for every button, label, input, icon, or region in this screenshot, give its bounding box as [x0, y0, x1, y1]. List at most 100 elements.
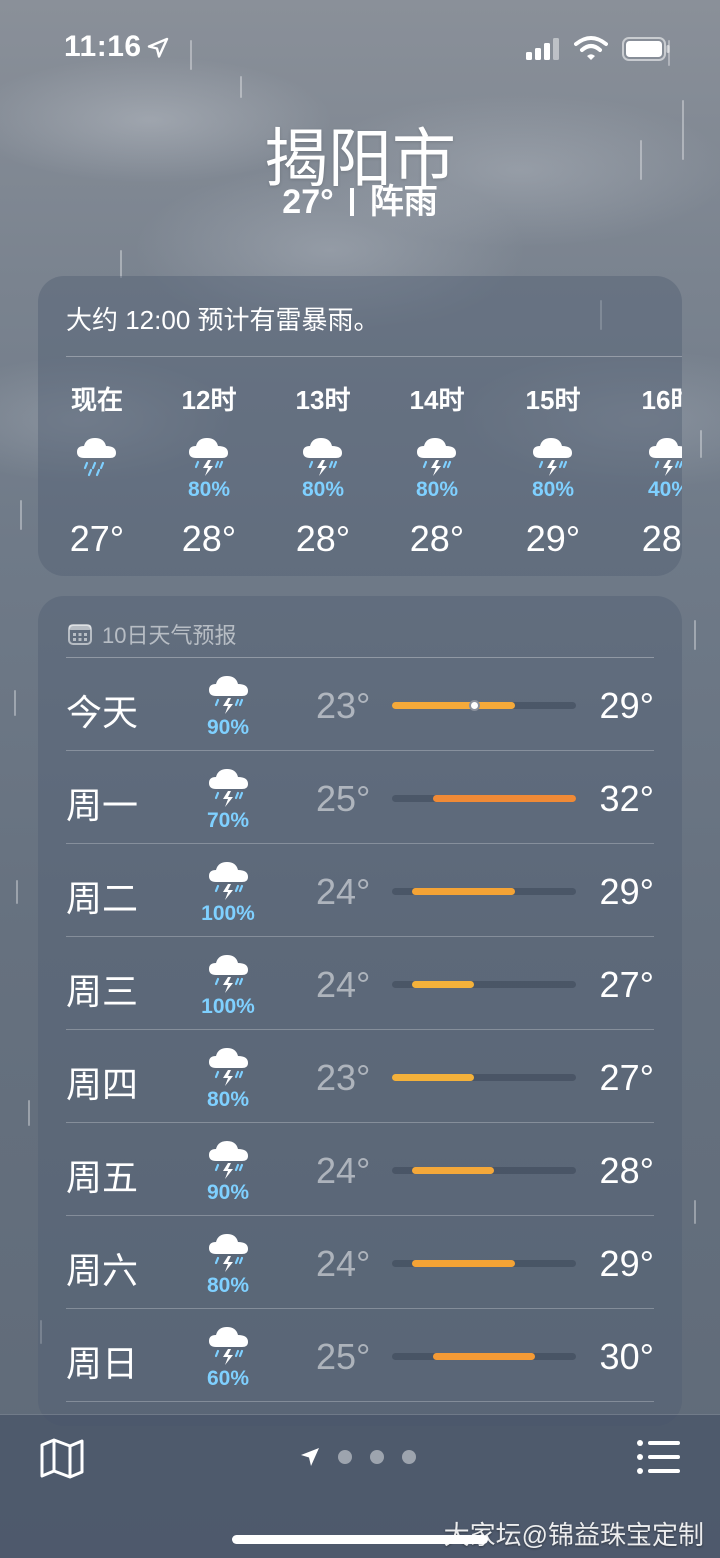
home-indicator[interactable] — [232, 1535, 488, 1544]
page-dot[interactable] — [370, 1450, 384, 1464]
thunderstorm-icon — [209, 1048, 248, 1086]
current-condition: 阵雨 — [369, 183, 438, 221]
temperature-range-bar — [392, 1167, 576, 1174]
precipitation-chance: 60% — [206, 1367, 250, 1390]
thunderstorm-icon — [209, 676, 248, 714]
hourly-item: 13时 80% 28° — [278, 380, 368, 560]
precipitation-chance: 80% — [301, 478, 345, 501]
thunderstorm-icon — [209, 1141, 248, 1179]
temperature-range-fill — [432, 1353, 536, 1360]
thunderstorm-icon — [209, 1234, 248, 1272]
high-temperature: 29° — [599, 1243, 654, 1284]
hour-temperature: 28° — [641, 518, 682, 559]
current-temperature-marker — [468, 700, 480, 711]
day-name: 周一 — [66, 785, 139, 826]
page-indicator[interactable] — [300, 1445, 416, 1469]
hour-label: 12时 — [181, 385, 237, 415]
wifi-icon — [574, 36, 608, 60]
high-temperature: 32° — [599, 778, 654, 819]
temperature-range-bar — [392, 1353, 576, 1360]
page-dot[interactable] — [338, 1450, 352, 1464]
precipitation-chance: 100% — [201, 995, 255, 1018]
location-arrow-icon — [147, 37, 169, 58]
hourly-item: 15时 80% 29° — [508, 380, 598, 560]
hour-temperature: 27° — [69, 518, 125, 559]
hourly-summary: 大约 12:00 预计有雷暴雨。 — [66, 305, 380, 335]
precipitation-chance: 80% — [415, 478, 459, 501]
low-temperature: 24° — [316, 1243, 371, 1284]
hour-temperature: 29° — [525, 518, 581, 559]
battery-icon — [622, 37, 670, 61]
watermark: 大家坛@锦益珠宝定制 — [443, 1520, 704, 1550]
day-row[interactable]: 周一 70% 25° 32° — [66, 751, 654, 844]
day-row[interactable]: 周五 90% 24° 28° — [66, 1123, 654, 1216]
precipitation-chance: 80% — [206, 1274, 250, 1297]
low-temperature: 25° — [316, 778, 371, 819]
ten-day-header: 10日天气预报 — [68, 618, 236, 650]
separator — [349, 188, 354, 216]
precipitation-chance: 40% — [647, 478, 682, 501]
day-name: 周三 — [66, 971, 139, 1012]
day-row[interactable]: 周六 80% 24° 29° — [66, 1216, 654, 1309]
thunderstorm-icon — [303, 438, 342, 476]
rain-streak — [16, 880, 18, 904]
thunderstorm-icon — [189, 438, 228, 476]
temperature-range-fill — [392, 702, 515, 709]
day-row[interactable]: 周四 80% 23° 27° — [66, 1030, 654, 1123]
day-row[interactable]: 周二 100% 24° 29° — [66, 844, 654, 937]
low-temperature: 23° — [316, 685, 371, 726]
hour-label: 16时 — [641, 385, 682, 415]
day-name: 周六 — [66, 1250, 139, 1291]
thunderstorm-icon — [209, 955, 248, 993]
day-name: 周四 — [66, 1064, 139, 1105]
temperature-range-bar — [392, 981, 576, 988]
ten-day-title: 10日天气预报 — [102, 623, 237, 648]
hour-label: 15时 — [525, 385, 581, 415]
day-name: 周二 — [66, 878, 139, 919]
day-row[interactable]: 周日 60% 25° 30° — [66, 1309, 654, 1402]
low-temperature: 25° — [316, 1336, 371, 1377]
rain-streak — [700, 430, 702, 458]
thunderstorm-icon — [417, 438, 456, 476]
map-icon[interactable] — [40, 1437, 84, 1479]
temperature-range-bar — [392, 700, 576, 711]
hourly-item: 12时 80% 28° — [164, 380, 254, 560]
hourly-forecast-card[interactable]: 大约 12:00 预计有雷暴雨。 现在 27° 12时 80% 28° 13时 80% 28°… — [38, 276, 682, 576]
thunderstorm-icon — [533, 438, 572, 476]
list-icon[interactable] — [636, 1439, 680, 1475]
precipitation-chance: 80% — [531, 478, 575, 501]
low-temperature: 24° — [316, 871, 371, 912]
high-temperature: 29° — [599, 685, 654, 726]
thunderstorm-icon — [209, 1327, 248, 1365]
cellular-signal-icon — [526, 38, 559, 60]
hour-temperature: 28° — [295, 518, 351, 559]
hour-temperature: 28° — [181, 518, 237, 559]
ten-day-forecast-card[interactable]: 10日天气预报 今天 90% 23° 29° 周一 70% 25° 32° 周二 100% 24° 2… — [38, 596, 682, 1426]
hour-label: 13时 — [295, 385, 351, 415]
rain-streak — [14, 690, 16, 716]
high-temperature: 29° — [599, 871, 654, 912]
temperature-range-fill — [392, 1074, 474, 1081]
thunderstorm-icon — [649, 438, 682, 476]
day-row[interactable]: 周三 100% 24° 27° — [66, 937, 654, 1030]
bottom-toolbar: 大家坛@锦益珠宝定制 — [0, 1414, 720, 1558]
rain-cloud-icon — [77, 438, 116, 477]
day-name: 今天 — [66, 692, 139, 733]
low-temperature: 23° — [316, 1057, 371, 1098]
rain-streak — [20, 500, 22, 530]
thunderstorm-icon — [209, 769, 248, 807]
temperature-range-fill — [432, 795, 576, 802]
hour-label: 14时 — [409, 385, 465, 415]
status-time: 11:16 — [64, 30, 142, 63]
hourly-item: 14时 80% 28° — [392, 380, 482, 560]
precipitation-chance: 80% — [206, 1088, 250, 1111]
page-dot[interactable] — [402, 1450, 416, 1464]
high-temperature: 28° — [599, 1150, 654, 1191]
day-row[interactable]: 今天 90% 23° 29° — [66, 658, 654, 751]
day-name: 周五 — [66, 1157, 139, 1198]
low-temperature: 24° — [316, 1150, 371, 1191]
precipitation-chance: 80% — [187, 478, 231, 501]
temperature-range-bar — [392, 1074, 576, 1081]
precipitation-chance: 90% — [206, 1181, 250, 1204]
rain-streak — [694, 620, 696, 650]
